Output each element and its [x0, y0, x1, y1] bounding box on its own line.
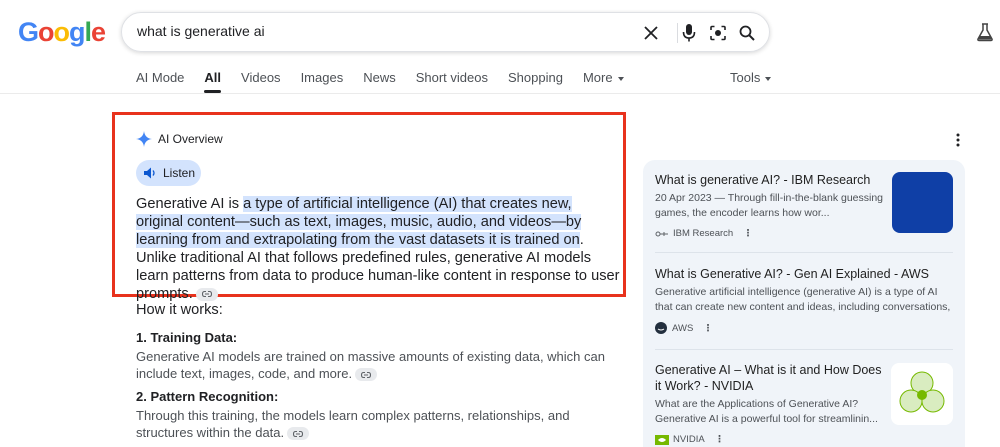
how-it-works-heading: How it works:: [136, 302, 223, 318]
tab-short-videos[interactable]: Short videos: [416, 70, 488, 94]
aws-favicon: [655, 322, 667, 334]
ai-overview-title: AI Overview: [158, 132, 223, 146]
citation-link-icon[interactable]: [195, 287, 218, 301]
labs-flask-icon[interactable]: [975, 22, 995, 42]
source-title[interactable]: What is generative AI? - IBM Research: [655, 172, 887, 188]
logo-letter: o: [38, 17, 54, 47]
search-icon[interactable]: [736, 22, 758, 44]
ai-overview-summary: Generative AI is a type of artificial in…: [136, 195, 620, 303]
speaker-icon: [144, 167, 155, 179]
tab-videos[interactable]: Videos: [241, 70, 281, 94]
tab-more[interactable]: More: [583, 70, 624, 94]
nvidia-thumbnail[interactable]: [891, 363, 953, 425]
source-name: NVIDIA: [673, 434, 705, 445]
source-snippet: 20 Apr 2023 — Through fill-in-the-blank …: [655, 192, 884, 219]
source-card-nvidia[interactable]: Generative AI – What is it and How Does …: [655, 362, 887, 445]
lens-camera-icon[interactable]: [707, 22, 729, 44]
listen-label: Listen: [163, 166, 196, 180]
result-separator: [655, 252, 953, 253]
ibm-research-favicon: [655, 231, 668, 236]
logo-letter: o: [53, 17, 70, 47]
step-body: Through this training, the models learn …: [136, 407, 606, 441]
tab-label: Shopping: [507, 70, 563, 85]
source-snippet: Generative artificial intelligence (gene…: [655, 286, 951, 313]
tab-label: News: [363, 70, 396, 85]
step-text: Through this training, the models learn …: [136, 408, 570, 440]
logo-letter: G: [18, 17, 39, 47]
step-title: 1. Training Data:: [136, 330, 238, 345]
tab-label: All: [204, 70, 222, 85]
summary-intro: Generative AI is: [136, 196, 244, 212]
more-options-icon[interactable]: ⋮: [703, 323, 713, 334]
source-card-ibm[interactable]: What is generative AI? - IBM Research 20…: [655, 172, 887, 239]
source-title[interactable]: What is Generative AI? - Gen AI Explaine…: [655, 266, 953, 282]
source-site: IBM Research ⋮: [655, 228, 887, 239]
tab-all[interactable]: All: [204, 70, 221, 94]
tab-ai-mode[interactable]: AI Mode: [136, 70, 184, 94]
tab-label: Images: [300, 70, 344, 85]
tab-label: More: [582, 70, 613, 85]
ai-overview-header: AI Overview: [136, 131, 223, 147]
logo-letter: e: [91, 17, 106, 47]
tools-button[interactable]: Tools: [730, 70, 772, 85]
logo-letter: g: [69, 17, 85, 47]
result-separator: [655, 349, 953, 350]
source-title[interactable]: Generative AI – What is it and How Does …: [655, 362, 887, 394]
tab-label: Short videos: [415, 70, 488, 85]
source-name: IBM Research: [673, 228, 734, 239]
tab-shopping[interactable]: Shopping: [508, 70, 563, 94]
tab-images[interactable]: Images: [301, 70, 344, 94]
header-divider: [0, 93, 1000, 94]
more-options-icon[interactable]: [952, 132, 964, 148]
step-title: 2. Pattern Recognition:: [136, 389, 279, 404]
google-logo[interactable]: Google: [18, 17, 106, 48]
source-site: NVIDIA ⋮: [655, 434, 887, 445]
citation-link-icon[interactable]: [355, 368, 378, 382]
search-input[interactable]: [137, 23, 617, 39]
citation-link-icon[interactable]: [287, 427, 310, 441]
microphone-icon[interactable]: [678, 22, 700, 44]
source-card-aws[interactable]: What is Generative AI? - Gen AI Explaine…: [655, 266, 953, 334]
source-site: AWS ⋮: [655, 322, 953, 334]
step-body: Generative AI models are trained on mass…: [136, 348, 606, 382]
chevron-down-icon: [617, 76, 624, 81]
chevron-down-icon: [765, 76, 772, 81]
clear-icon[interactable]: [640, 22, 662, 44]
nvidia-favicon: [655, 434, 669, 445]
ibm-thumbnail[interactable]: [892, 172, 953, 233]
tab-label: Videos: [241, 70, 281, 85]
source-snippet: What are the Applications of Generative …: [655, 398, 878, 425]
more-options-icon[interactable]: ⋮: [743, 228, 753, 239]
search-box[interactable]: [121, 12, 770, 52]
source-name: AWS: [672, 322, 694, 334]
search-tabs: AI Mode All Videos Images News Short vid…: [136, 70, 644, 94]
tools-label: Tools: [730, 70, 761, 85]
tab-news[interactable]: News: [363, 70, 396, 94]
more-options-icon[interactable]: ⋮: [715, 434, 725, 445]
tab-label: AI Mode: [136, 70, 185, 85]
listen-button[interactable]: Listen: [136, 160, 201, 186]
gemini-sparkle-icon: [136, 131, 152, 147]
